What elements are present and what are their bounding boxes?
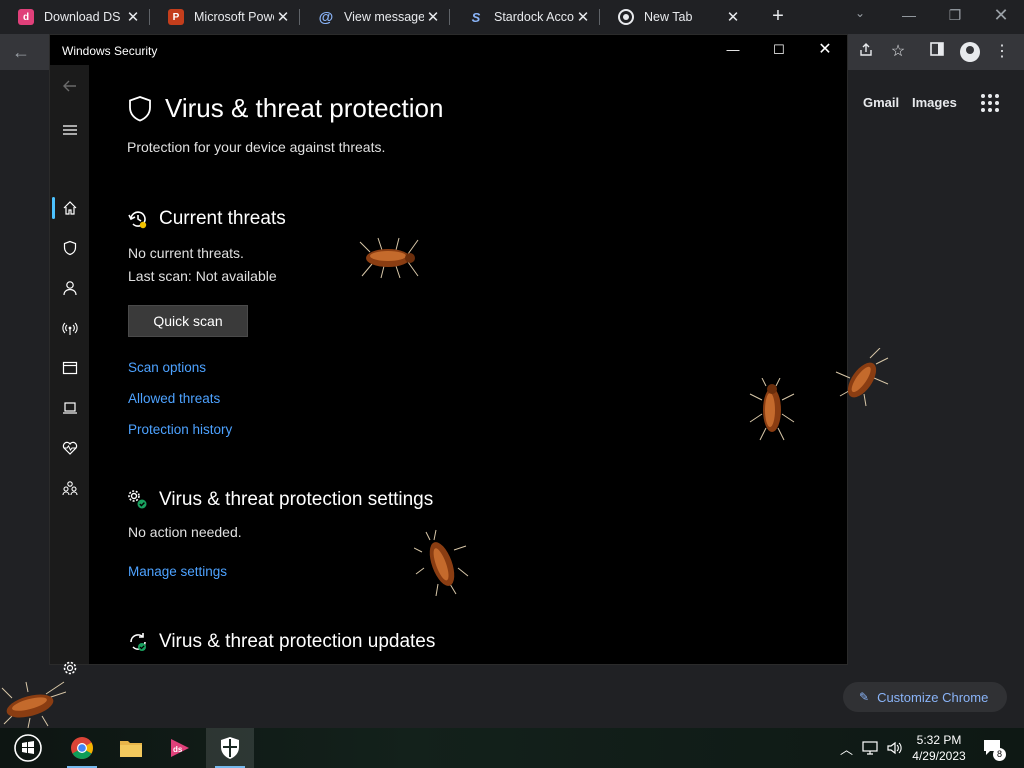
close-tab-icon[interactable]: ✕ — [724, 8, 742, 26]
settings-check-icon — [128, 490, 147, 509]
svg-text:ds: ds — [173, 745, 183, 754]
windows-taskbar: ds ︿ 5:32 PM 4/29/2023 8 — [0, 728, 1024, 768]
powerpoint-icon: P — [168, 9, 184, 25]
section-title: Virus & threat protection settings — [159, 489, 434, 510]
chrome-restore-icon[interactable]: ❐ — [940, 4, 970, 26]
side-panel-icon[interactable] — [926, 41, 948, 63]
maximize-icon[interactable]: ☐ — [764, 39, 794, 61]
file-explorer-icon[interactable] — [107, 728, 155, 768]
family-options-icon[interactable] — [50, 473, 89, 503]
manage-settings-link[interactable]: Manage settings — [128, 564, 227, 579]
clock-date: 4/29/2023 — [912, 749, 966, 763]
settings-gear-icon[interactable] — [50, 653, 89, 683]
device-health-icon[interactable] — [50, 433, 89, 463]
images-link[interactable]: Images — [912, 95, 957, 110]
chrome-tab-strip: d Download DS ✕ P Microsoft Powe ✕ @ Vie… — [0, 0, 1024, 34]
tab-microsoft-powerpoint[interactable]: P Microsoft Powe ✕ — [150, 0, 300, 34]
share-icon[interactable] — [855, 41, 877, 63]
back-arrow-icon[interactable] — [50, 71, 89, 101]
window-title: Windows Security — [62, 44, 158, 58]
bookmark-star-icon[interactable]: ☆ — [887, 41, 909, 63]
tab-download-ds[interactable]: d Download DS ✕ — [0, 0, 150, 34]
quick-scan-button[interactable]: Quick scan — [128, 305, 248, 337]
cockroach-icon — [1, 681, 66, 728]
chrome-close-icon[interactable]: ✕ — [986, 4, 1016, 26]
chrome-icon — [618, 9, 634, 25]
close-icon[interactable]: ✕ — [810, 39, 840, 61]
clock-time: 5:32 PM — [916, 733, 962, 747]
stardock-icon: S — [471, 9, 481, 25]
new-tab-button[interactable]: + — [768, 5, 788, 29]
ds-app-icon[interactable]: ds — [156, 728, 204, 768]
app-browser-control-icon[interactable] — [50, 353, 89, 383]
account-icon[interactable] — [50, 273, 89, 303]
tab-title: New Tab — [644, 10, 693, 24]
minimize-icon[interactable]: — — [718, 39, 748, 61]
show-hidden-icons-chevron-icon[interactable]: ︿ — [840, 728, 853, 768]
tab-title: Microsoft Powe — [194, 10, 274, 24]
desktop: d Download DS ✕ P Microsoft Powe ✕ @ Vie… — [0, 0, 1024, 768]
tab-search-chevron-icon[interactable]: ⌄ — [855, 6, 865, 20]
home-icon[interactable] — [50, 193, 89, 223]
window-titlebar: Windows Security — ☐ ✕ — [50, 35, 847, 65]
close-tab-icon[interactable]: ✕ — [274, 8, 292, 26]
current-threats-heading: Current threats — [127, 208, 286, 230]
at-sign-icon: @ — [318, 8, 334, 26]
allowed-threats-link[interactable]: Allowed threats — [128, 391, 220, 406]
network-icon[interactable] — [862, 728, 880, 768]
tab-title: View message - — [344, 10, 424, 24]
device-security-icon[interactable] — [50, 393, 89, 423]
windows-security-icon[interactable] — [206, 728, 254, 768]
page-heading: Virus & threat protection — [127, 93, 443, 124]
google-apps-icon[interactable] — [981, 94, 999, 112]
tab-title: Download DS — [44, 10, 121, 24]
system-clock[interactable]: 5:32 PM 4/29/2023 — [906, 732, 972, 764]
tab-title: Stardock Accou — [494, 10, 574, 24]
security-nav-rail — [50, 65, 89, 675]
shield-icon[interactable] — [50, 233, 89, 263]
close-tab-icon[interactable]: ✕ — [424, 8, 442, 26]
settings-heading: Virus & threat protection settings — [127, 489, 433, 511]
protection-history-link[interactable]: Protection history — [128, 422, 232, 437]
section-title: Current threats — [159, 208, 286, 229]
back-arrow-icon[interactable]: ← — [10, 41, 32, 63]
close-tab-icon[interactable]: ✕ — [124, 8, 142, 26]
notification-center-icon[interactable]: 8 — [982, 728, 1006, 768]
profile-avatar-icon[interactable] — [960, 42, 980, 62]
gmail-link[interactable]: Gmail — [863, 95, 899, 110]
windows-start-icon[interactable] — [4, 728, 52, 768]
pencil-icon: ✎ — [859, 690, 870, 704]
update-refresh-icon — [130, 633, 146, 651]
page-title: Virus & threat protection — [165, 93, 444, 123]
updates-heading: Virus & threat protection updates — [127, 631, 435, 653]
scan-history-icon — [128, 211, 147, 229]
volume-icon[interactable] — [886, 728, 902, 768]
customize-chrome-label: Customize Chrome — [877, 689, 989, 705]
section-title: Virus & threat protection updates — [159, 631, 436, 652]
customize-chrome-button[interactable]: ✎ Customize Chrome — [843, 682, 1007, 712]
hamburger-menu-icon[interactable] — [50, 115, 89, 145]
cockroach-icon — [359, 237, 419, 279]
shield-icon — [129, 95, 151, 121]
page-subtitle: Protection for your device against threa… — [127, 139, 386, 155]
cockroach-icon — [414, 529, 469, 596]
notification-count-badge: 8 — [993, 748, 1006, 761]
scan-options-link[interactable]: Scan options — [128, 360, 206, 375]
chrome-icon[interactable] — [58, 728, 106, 768]
tab-stardock-account[interactable]: S Stardock Accou ✕ — [450, 0, 600, 34]
cockroach-icon — [749, 378, 795, 441]
last-scan-text: Last scan: Not available — [128, 268, 277, 284]
firewall-network-icon[interactable] — [50, 313, 89, 343]
chrome-minimize-icon[interactable]: — — [894, 4, 924, 26]
tab-new-tab[interactable]: New Tab ✕ — [600, 0, 750, 34]
more-menu-icon[interactable]: ⋮ — [991, 41, 1013, 63]
close-tab-icon[interactable]: ✕ — [574, 8, 592, 26]
cockroach-icon — [835, 348, 889, 407]
tab-view-message[interactable]: @ View message - ✕ — [300, 0, 450, 34]
ds-app-icon: d — [18, 9, 34, 25]
settings-status-text: No action needed. — [128, 524, 242, 540]
threat-status-text: No current threats. — [128, 245, 244, 261]
